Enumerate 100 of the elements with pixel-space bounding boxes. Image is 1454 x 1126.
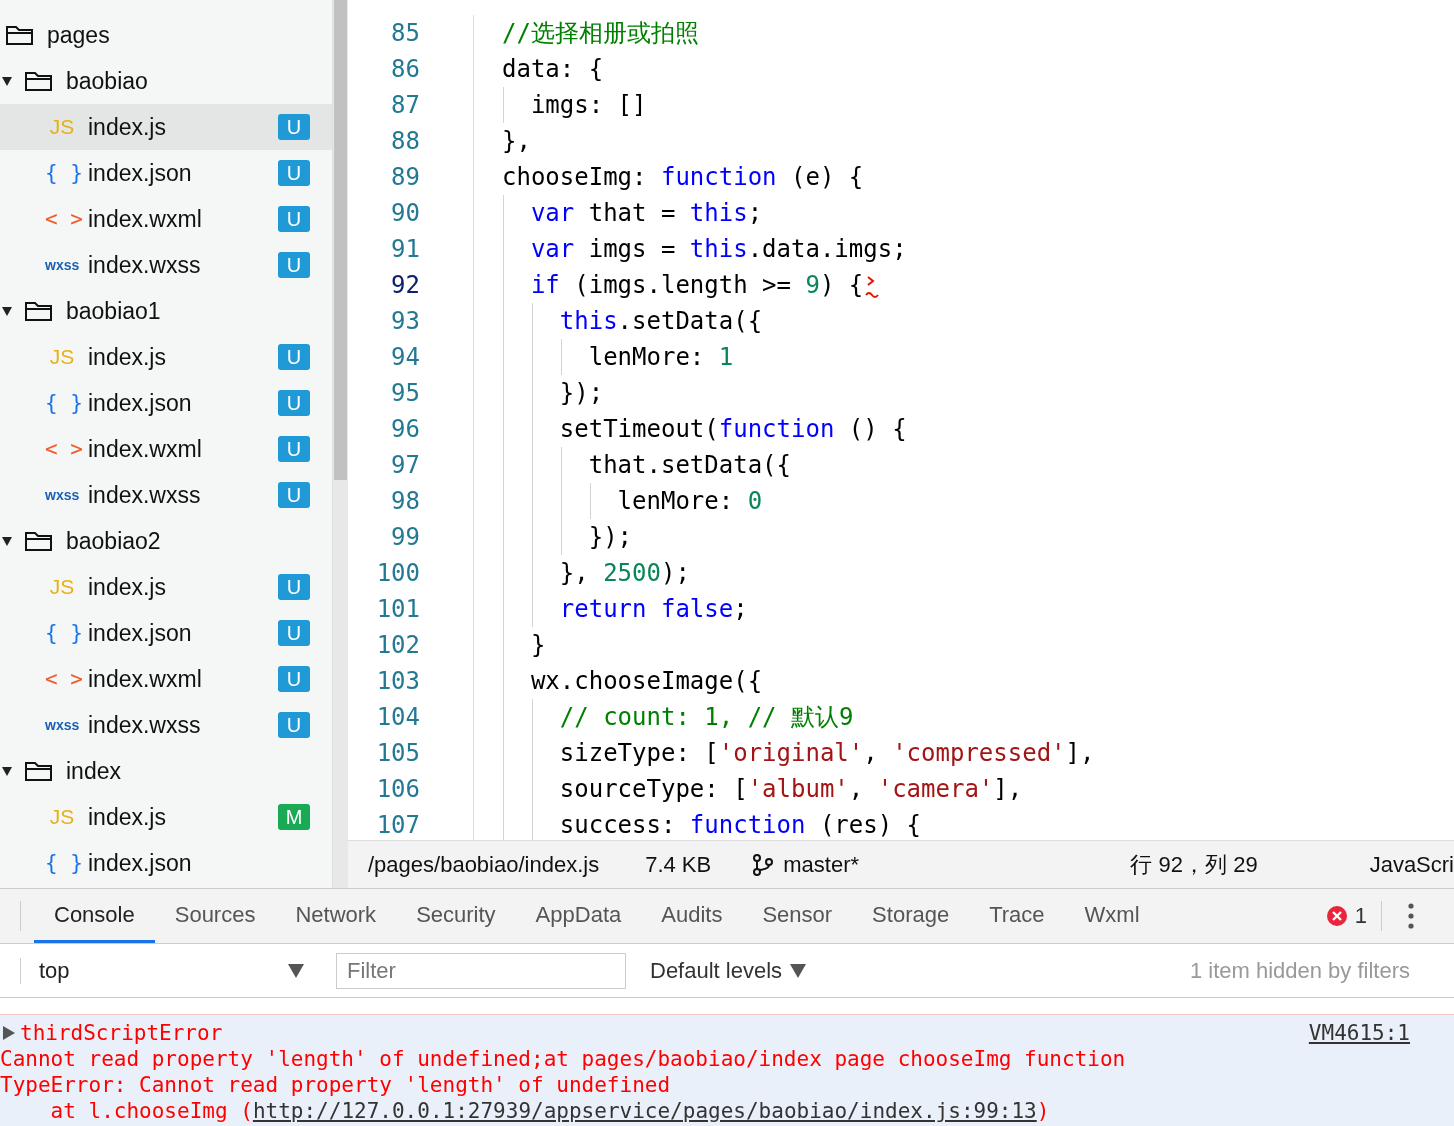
file-row[interactable]: wxss index.wxss U	[0, 242, 332, 288]
more-menu-icon[interactable]	[1408, 903, 1414, 929]
line-number: 85	[390, 18, 420, 49]
git-status-badge: U	[278, 160, 310, 186]
folder-row[interactable]: baobiao2	[0, 518, 332, 564]
git-status-badge: U	[278, 252, 310, 278]
file-name: index.js	[88, 573, 167, 601]
file-name: index.wxss	[88, 481, 202, 509]
code-token: 'camera'	[877, 775, 994, 803]
folder-row[interactable]: baobiao1	[0, 288, 332, 334]
file-type-icon: { }	[45, 621, 79, 645]
context-select[interactable]: top	[20, 957, 322, 984]
file-type-icon: wxss	[45, 487, 79, 503]
devtools-tab[interactable]: Console	[34, 889, 155, 943]
scrollbar[interactable]	[332, 0, 348, 888]
folder-row[interactable]: baobiao	[0, 58, 332, 104]
code-token: ;	[747, 199, 763, 227]
file-name: index.wxss	[88, 711, 202, 739]
git-status-badge: U	[278, 206, 310, 232]
caret-icon[interactable]	[2, 75, 14, 87]
caret-icon[interactable]	[2, 765, 14, 777]
file-row[interactable]: < > index.wxml U	[0, 656, 332, 702]
code-token: });	[587, 523, 633, 551]
code-token: sourceType: [	[558, 775, 748, 803]
line-number: 95	[390, 378, 420, 409]
code-token: if	[529, 271, 560, 299]
git-status-badge: U	[278, 482, 310, 508]
devtools-tab[interactable]: Storage	[852, 889, 970, 943]
code-token: imgs =	[587, 235, 677, 263]
code-token: .setData({	[617, 307, 763, 335]
line-number: 96	[390, 414, 420, 445]
file-size: 7.4 KB	[645, 851, 712, 878]
code-token: function	[689, 811, 806, 839]
git-status-badge: U	[278, 574, 310, 600]
code-token: setTimeout(	[558, 415, 719, 443]
devtools-tab[interactable]: AppData	[515, 889, 642, 943]
code-token: 'compressed'	[892, 739, 1066, 767]
git-status-badge: U	[278, 390, 310, 416]
devtools-tab[interactable]: Sources	[154, 889, 276, 943]
branch-icon	[751, 852, 776, 877]
line-number: 100	[375, 558, 420, 589]
code-token: (res) {	[818, 811, 922, 839]
expand-arrow-icon[interactable]	[2, 1025, 16, 1041]
devtools-tab[interactable]: Trace	[969, 889, 1065, 943]
devtools-tab[interactable]: Network	[275, 889, 397, 943]
git-status-badge: U	[278, 620, 310, 646]
folder-row[interactable]: pages	[0, 12, 332, 58]
file-row[interactable]: < > index.wxml U	[0, 196, 332, 242]
file-row[interactable]: { } index.json U	[0, 380, 332, 426]
git-status-badge: M	[278, 804, 310, 830]
code-token: function	[660, 163, 777, 191]
file-row[interactable]: JS index.js U	[0, 104, 332, 150]
code-token: var	[529, 235, 575, 263]
file-name: index.wxml	[88, 665, 203, 693]
error-icon	[1326, 906, 1347, 926]
devtools-tab[interactable]: Audits	[641, 889, 743, 943]
file-row[interactable]: { } index.json U	[0, 610, 332, 656]
file-type-icon: { }	[45, 391, 79, 415]
code-token: () {	[847, 415, 907, 443]
folder-name: baobiao2	[66, 527, 162, 555]
code-token: ) {	[819, 271, 864, 299]
file-row[interactable]: wxss index.wxss U	[0, 702, 332, 748]
line-number: 93	[390, 306, 420, 337]
code-token: // count: 1, // 默认9	[558, 703, 854, 731]
file-name: index.js	[88, 113, 167, 141]
file-row[interactable]: JS index.js U	[0, 334, 332, 380]
code-token: ,	[848, 775, 865, 803]
line-number: 86	[390, 54, 420, 85]
file-name: index.js	[88, 803, 167, 831]
devtools-tab[interactable]: Security	[396, 889, 516, 943]
folder-name: index	[66, 757, 122, 785]
file-name: index.json	[88, 849, 193, 877]
language-mode[interactable]: JavaScri	[1369, 851, 1454, 878]
error-text: Cannot read property 'length' of undefined;at pages/baobiao/index page chooseImg function	[0, 1047, 1127, 1073]
caret-icon[interactable]	[2, 305, 14, 317]
levels-dropdown[interactable]: Default levels	[644, 956, 813, 985]
file-row[interactable]: JS index.js M	[0, 794, 332, 840]
file-row[interactable]: { } index.json	[0, 840, 332, 886]
file-row[interactable]: { } index.json U	[0, 150, 332, 196]
code-token: 1	[718, 343, 734, 371]
folder-icon	[24, 69, 54, 93]
file-row[interactable]: JS index.js U	[0, 564, 332, 610]
error-count[interactable]: 1	[1354, 903, 1367, 929]
code-token: lenMore:	[616, 487, 735, 515]
devtools-tab[interactable]: Sensor	[742, 889, 853, 943]
devtools-tab[interactable]: Wxml	[1064, 889, 1160, 943]
dropdown-arrow-icon	[790, 963, 807, 978]
filter-field[interactable]: Filter	[336, 952, 626, 989]
code-token: imgs: []	[529, 91, 647, 119]
caret-icon[interactable]	[2, 535, 14, 547]
code-token: },	[558, 559, 590, 587]
line-number: 98	[390, 486, 420, 517]
file-row[interactable]: < > index.wxml U	[0, 426, 332, 472]
folder-row[interactable]: index	[0, 748, 332, 794]
source-link[interactable]: VM4615:1	[1308, 1021, 1410, 1045]
file-row[interactable]: wxss index.wxss U	[0, 472, 332, 518]
branch-name[interactable]: master*	[783, 851, 859, 878]
folder-name: baobiao1	[66, 297, 162, 325]
line-number: 107	[375, 810, 420, 840]
stack-link[interactable]: http://127.0.0.1:27939/appservice/pages/baobiao/index.js:99:13	[252, 1099, 1037, 1123]
